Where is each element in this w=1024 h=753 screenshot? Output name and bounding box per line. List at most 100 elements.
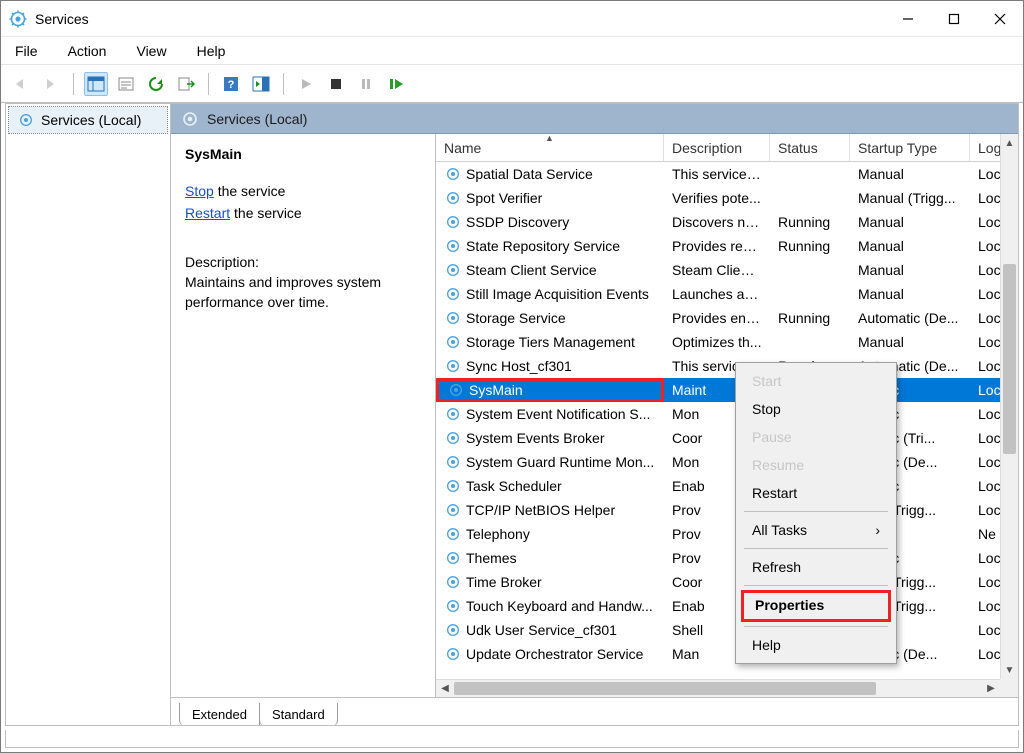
ctx-stop[interactable]: Stop [738,395,894,423]
gear-icon [444,261,462,279]
minimize-button[interactable] [885,1,931,37]
ctx-properties[interactable]: Properties [741,590,891,622]
scroll-thumb[interactable] [1003,264,1016,454]
gear-icon [181,110,199,128]
menu-view[interactable]: View [130,41,172,61]
ctx-all-tasks[interactable]: All Tasks› [738,516,894,544]
cell-startup-type: Manual [850,262,970,278]
export-list-button[interactable] [174,72,198,96]
show-hide-action-pane-button[interactable] [249,72,273,96]
service-row[interactable]: Time BrokerCoornual (Trigg...Loc [436,570,1018,594]
menu-file[interactable]: File [9,41,44,61]
close-button[interactable] [977,1,1023,37]
show-hide-tree-button[interactable] [84,72,108,96]
cell-status: Running [770,310,850,326]
cell-name: SysMain [436,378,664,402]
stop-service-link[interactable]: Stop [185,183,214,199]
service-row[interactable]: Spot VerifierVerifies pote...Manual (Tri… [436,186,1018,210]
cell-description: Steam Client... [664,262,770,278]
cell-description: Launches ap... [664,286,770,302]
maximize-button[interactable] [931,1,977,37]
cell-name: State Repository Service [436,237,664,255]
tab-extended[interactable]: Extended [179,703,260,726]
service-row[interactable]: Steam Client ServiceSteam Client...Manua… [436,258,1018,282]
column-startup-type[interactable]: Startup Type [850,134,970,161]
cell-name: Telephony [436,525,664,543]
service-row[interactable]: Spatial Data ServiceThis service i...Man… [436,162,1018,186]
menu-help[interactable]: Help [191,41,232,61]
gear-icon [444,645,462,663]
svg-text:?: ? [228,79,235,91]
service-row[interactable]: System Guard Runtime Mon...Monomatic (De… [436,450,1018,474]
view-tabs: Extended Standard [171,697,1018,725]
service-row[interactable]: Sync Host_cf301This service ...RunningAu… [436,354,1018,378]
cell-startup-type: Manual [850,286,970,302]
scroll-down-icon[interactable]: ▼ [1001,661,1018,679]
scroll-up-icon[interactable]: ▲ [1001,134,1018,152]
gear-icon [444,357,462,375]
scroll-right-icon[interactable]: ▶ [982,680,1000,698]
cell-name: Storage Service [436,309,664,327]
service-row[interactable]: Storage ServiceProvides ena...RunningAut… [436,306,1018,330]
pause-service-button[interactable] [354,72,378,96]
scroll-left-icon[interactable]: ◀ [436,680,454,698]
gear-icon [444,333,462,351]
service-row[interactable]: Storage Tiers ManagementOptimizes th...M… [436,330,1018,354]
stop-service-button[interactable] [324,72,348,96]
service-row[interactable]: Touch Keyboard and Handw...Enabnual (Tri… [436,594,1018,618]
cell-name: Storage Tiers Management [436,333,664,351]
back-button[interactable] [9,72,33,96]
cell-name: System Events Broker [436,429,664,447]
cell-startup-type: Manual [850,334,970,350]
gear-icon [444,189,462,207]
cell-startup-type: Manual [850,238,970,254]
restart-service-link[interactable]: Restart [185,205,230,221]
service-row[interactable]: SysMainMaintomaticLoc [436,378,1018,402]
service-row[interactable]: SSDP DiscoveryDiscovers ne...RunningManu… [436,210,1018,234]
column-description[interactable]: Description [664,134,770,161]
pane-title: Services (Local) [207,111,307,127]
service-row[interactable]: Task SchedulerEnabomaticLoc [436,474,1018,498]
cell-description: Verifies pote... [664,190,770,206]
properties-button[interactable] [114,72,138,96]
tree-node-services-local[interactable]: Services (Local) [8,106,168,134]
ctx-restart[interactable]: Restart [738,479,894,507]
start-service-button[interactable] [294,72,318,96]
refresh-button[interactable] [144,72,168,96]
cell-name: Sync Host_cf301 [436,357,664,375]
chevron-right-icon: › [875,522,880,538]
service-row[interactable]: ThemesProvomaticLoc [436,546,1018,570]
service-row[interactable]: Still Image Acquisition EventsLaunches a… [436,282,1018,306]
service-row[interactable]: Udk User Service_cf301ShellnualLoc [436,618,1018,642]
gear-icon [444,237,462,255]
selected-service-name: SysMain [185,146,421,162]
gear-icon [444,285,462,303]
menu-action[interactable]: Action [62,41,113,61]
gear-icon [444,453,462,471]
cell-name: Touch Keyboard and Handw... [436,597,664,615]
service-row[interactable]: System Events BrokerCooromatic (Tri...Lo… [436,426,1018,450]
ctx-refresh[interactable]: Refresh [738,553,894,581]
ctx-help[interactable]: Help [738,631,894,659]
service-row[interactable]: TelephonyProvnualNe [436,522,1018,546]
column-name[interactable]: Name▲ [436,134,664,161]
help-button[interactable]: ? [219,72,243,96]
vertical-scrollbar[interactable]: ▲ ▼ [1000,134,1018,679]
gear-icon [444,549,462,567]
context-menu: Start Stop Pause Resume Restart All Task… [735,362,897,664]
service-row[interactable]: Update Orchestrator ServiceManomatic (De… [436,642,1018,666]
service-row[interactable]: State Repository ServiceProvides req...R… [436,234,1018,258]
horizontal-scrollbar[interactable]: ◀ ▶ [436,679,1000,697]
service-row[interactable]: System Event Notification S...MonomaticL… [436,402,1018,426]
tab-standard[interactable]: Standard [259,703,338,726]
scroll-thumb[interactable] [454,682,876,695]
service-row[interactable]: TCP/IP NetBIOS HelperProvnual (Trigg...L… [436,498,1018,522]
restart-service-button[interactable] [384,72,408,96]
column-headers: Name▲ Description Status Startup Type Lo… [436,134,1018,162]
ctx-resume: Resume [738,451,894,479]
cell-name: System Guard Runtime Mon... [436,453,664,471]
forward-button[interactable] [39,72,63,96]
column-status[interactable]: Status [770,134,850,161]
cell-description: Discovers ne... [664,214,770,230]
text: the service [230,205,302,221]
